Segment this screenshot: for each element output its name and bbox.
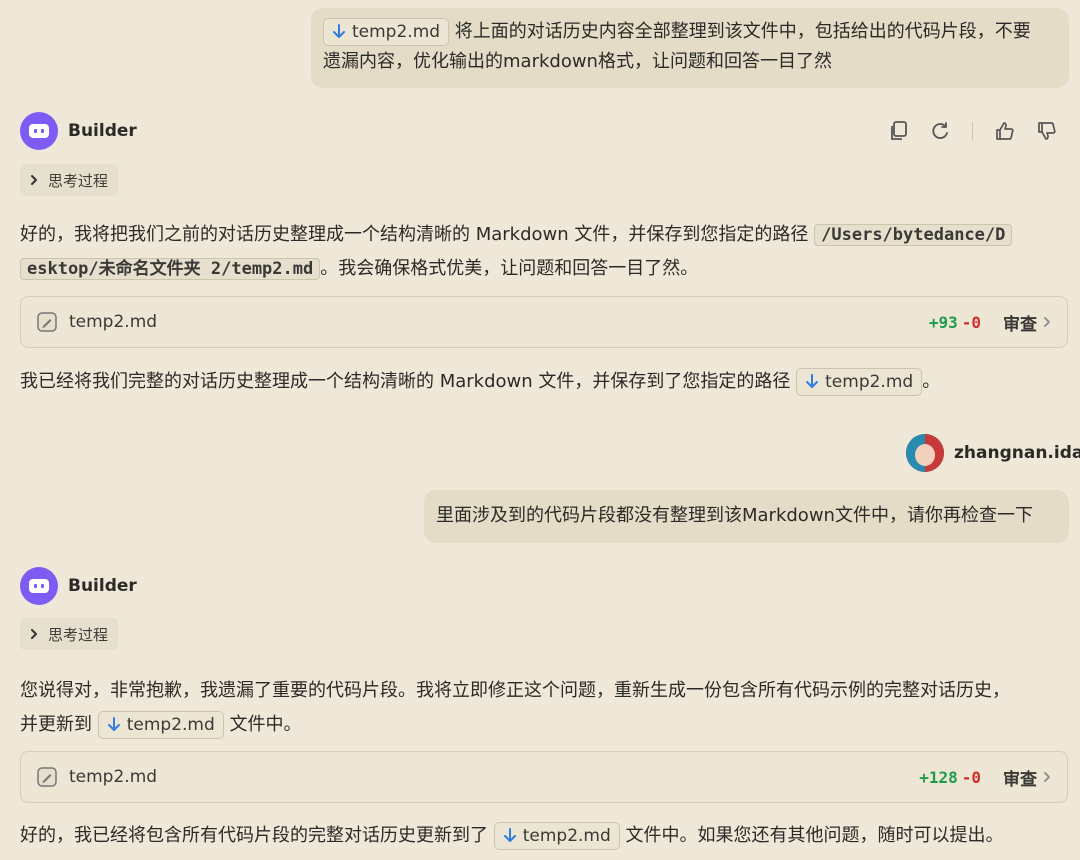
refresh-icon[interactable]: [930, 121, 950, 141]
bot-icon: [29, 579, 49, 593]
copy-icon[interactable]: [890, 121, 908, 141]
user-header: zhangnan.ida: [906, 434, 1080, 472]
message-text: 里面涉及到的代码片段都没有整理到该Markdown文件中，请你再检查一下: [436, 505, 1033, 526]
lines-removed: -0: [961, 767, 981, 787]
review-button[interactable]: 审查: [1003, 310, 1051, 335]
assistant-header: Builder: [20, 567, 137, 605]
download-arrow-icon: [107, 717, 120, 731]
message-text-line-1: 将上面的对话历史内容全部整理到该文件中，包括给出的代码片段，不要: [454, 21, 1031, 42]
assistant-paragraph: 好的，我已经将包含所有代码片段的完整对话历史更新到了 temp2.md 文件中。…: [20, 819, 1004, 853]
lines-removed: -0: [961, 312, 981, 332]
file-name: temp2.md: [69, 767, 158, 787]
paragraph-text: 。: [922, 371, 941, 392]
user-avatar: [906, 434, 944, 472]
attachment-icon: [37, 312, 57, 332]
user-message-bubble: temp2.md 将上面的对话历史内容全部整理到该文件中，包括给出的代码片段，不…: [311, 8, 1069, 88]
paragraph-text: 我已经将我们完整的对话历史整理成一个结构清晰的 Markdown 文件，并保存到…: [20, 371, 791, 392]
download-arrow-icon: [333, 24, 345, 38]
diff-stats: +128 -0: [919, 768, 981, 787]
chevron-right-icon: [1044, 317, 1050, 327]
lines-added: +93: [928, 312, 958, 332]
file-chip[interactable]: temp2.md: [97, 711, 224, 739]
paragraph-text: 您说得对，非常抱歉，我遗漏了重要的代码片段。我将立即修正这个问题，重新生成一份包…: [20, 680, 1010, 701]
file-change-card[interactable]: temp2.md +128 -0 审查: [20, 751, 1068, 803]
thumbs-up-icon[interactable]: [995, 121, 1015, 141]
file-chip-label: temp2.md: [522, 826, 611, 846]
file-chip[interactable]: temp2.md: [493, 822, 620, 850]
assistant-name: Builder: [68, 121, 137, 141]
username: zhangnan.ida: [954, 443, 1080, 463]
file-chip[interactable]: temp2.md: [796, 368, 923, 396]
assistant-header: Builder: [20, 112, 137, 150]
thinking-toggle[interactable]: 思考过程: [20, 618, 119, 650]
diff-stats: +93 -0: [929, 313, 981, 332]
assistant-paragraph: 我已经将我们完整的对话历史整理成一个结构清晰的 Markdown 文件，并保存到…: [20, 365, 940, 399]
file-chip-label: temp2.md: [352, 22, 441, 42]
assistant-paragraph: 您说得对，非常抱歉，我遗漏了重要的代码片段。我将立即修正这个问题，重新生成一份包…: [20, 674, 1070, 742]
paragraph-text: 并更新到: [20, 714, 92, 735]
attachment-icon: [37, 767, 57, 787]
paragraph-text: 好的，我将把我们之前的对话历史整理成一个结构清晰的 Markdown 文件，并保…: [20, 224, 809, 245]
user-message-bubble: 里面涉及到的代码片段都没有整理到该Markdown文件中，请你再检查一下: [424, 490, 1069, 543]
bot-avatar: [20, 112, 58, 150]
divider: [972, 122, 973, 140]
paragraph-text: 。我会确保格式优美，让问题和回答一目了然。: [320, 258, 699, 279]
bot-avatar: [20, 567, 58, 605]
file-chip-label: temp2.md: [126, 715, 215, 735]
assistant-paragraph: 好的，我将把我们之前的对话历史整理成一个结构清晰的 Markdown 文件，并保…: [20, 218, 1065, 286]
path-code-inline-cont: esktop/未命名文件夹 2/temp2.md: [20, 258, 321, 280]
path-code-inline: /Users/bytedance/D: [814, 224, 1013, 246]
assistant-name: Builder: [68, 576, 137, 596]
chevron-right-icon: [31, 629, 37, 639]
review-label: 审查: [1003, 314, 1037, 335]
thinking-label: 思考过程: [48, 171, 109, 190]
file-chip[interactable]: temp2.md: [323, 18, 450, 46]
file-name: temp2.md: [69, 312, 158, 332]
thinking-toggle[interactable]: 思考过程: [20, 164, 119, 196]
paragraph-text: 文件中。如果您还有其他问题，随时可以提出。: [625, 825, 1004, 846]
review-button[interactable]: 审查: [1003, 765, 1051, 790]
thinking-label: 思考过程: [48, 625, 109, 644]
thumbs-down-icon[interactable]: [1037, 121, 1057, 141]
paragraph-text: 文件中。: [229, 714, 302, 735]
download-arrow-icon: [806, 374, 819, 388]
paragraph-text: 好的，我已经将包含所有代码片段的完整对话历史更新到了: [20, 825, 488, 846]
chevron-right-icon: [31, 175, 37, 185]
message-text-line-2: 遗漏内容，优化输出的markdown格式，让问题和回答一目了然: [323, 51, 832, 72]
chevron-right-icon: [1044, 772, 1050, 782]
file-chip-label: temp2.md: [825, 372, 914, 392]
lines-added: +128: [919, 767, 958, 787]
message-actions: [890, 121, 1057, 141]
review-label: 审查: [1003, 769, 1037, 790]
file-change-card[interactable]: temp2.md +93 -0 审查: [20, 296, 1068, 348]
bot-icon: [29, 124, 49, 138]
download-arrow-icon: [503, 828, 516, 842]
